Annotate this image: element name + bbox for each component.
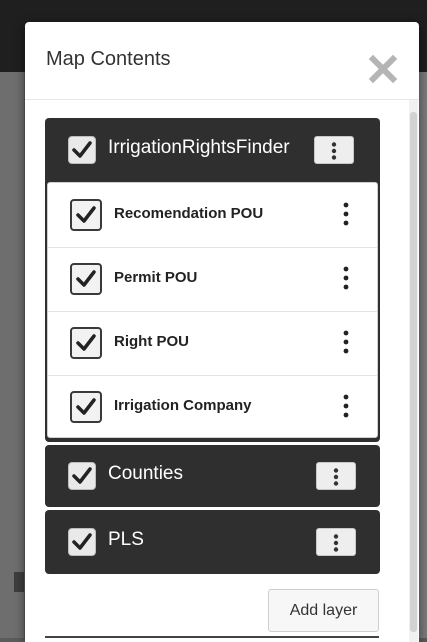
map-backdrop-left xyxy=(0,72,24,638)
layer-checkbox[interactable] xyxy=(68,528,96,556)
dialog-header: Map Contents xyxy=(25,22,419,100)
map-backdrop-feature xyxy=(14,572,24,592)
layer-group-label: PLS xyxy=(108,529,144,550)
sublayer-checkbox[interactable] xyxy=(70,199,102,231)
layer-menu-button[interactable] xyxy=(316,528,356,556)
check-icon xyxy=(72,141,92,158)
more-vertical-icon[interactable] xyxy=(342,330,350,354)
check-icon xyxy=(72,533,92,550)
more-vertical-icon xyxy=(331,142,337,160)
scrollbar-thumb[interactable] xyxy=(410,112,417,632)
layer-group-counties: Counties xyxy=(45,445,380,507)
close-button[interactable] xyxy=(366,52,400,86)
more-vertical-icon xyxy=(333,468,339,486)
sublayer-checkbox[interactable] xyxy=(70,391,102,423)
check-icon xyxy=(76,270,96,287)
close-icon xyxy=(368,54,398,84)
map-contents-dialog: Map Contents IrrigationRightsFinder Reco… xyxy=(25,22,419,642)
more-vertical-icon[interactable] xyxy=(342,202,350,226)
check-icon xyxy=(72,467,92,484)
dialog-title: Map Contents xyxy=(46,48,171,70)
sublayer-checkbox[interactable] xyxy=(70,263,102,295)
more-vertical-icon[interactable] xyxy=(342,266,350,290)
sublayer-item-right-pou: Right POU xyxy=(48,311,377,376)
layer-group-irrigationrightsfinder: IrrigationRightsFinder Recomendation POU… xyxy=(45,118,380,442)
add-layer-button[interactable]: Add layer xyxy=(268,589,379,632)
sublayer-label: Right POU xyxy=(114,333,189,350)
sublayer-checkbox[interactable] xyxy=(70,327,102,359)
sublayer-item-permit-pou: Permit POU xyxy=(48,247,377,312)
check-icon xyxy=(76,206,96,223)
layer-checkbox[interactable] xyxy=(68,462,96,490)
sublayer-label: Irrigation Company xyxy=(114,397,252,414)
sublayer-list: Recomendation POU Permit POU Right POU I… xyxy=(47,182,378,438)
sublayer-label: Recomendation POU xyxy=(114,205,264,222)
layer-checkbox[interactable] xyxy=(68,136,96,164)
sublayer-label: Permit POU xyxy=(114,269,198,286)
layer-group-header: IrrigationRightsFinder xyxy=(45,118,380,180)
layer-menu-button[interactable] xyxy=(316,462,356,490)
more-vertical-icon[interactable] xyxy=(342,394,350,418)
layer-group-label: IrrigationRightsFinder xyxy=(108,137,290,158)
layer-menu-button[interactable] xyxy=(314,136,354,164)
layer-group-pls: PLS xyxy=(45,510,380,574)
check-icon xyxy=(76,334,96,351)
layer-group-label: Counties xyxy=(108,463,183,484)
more-vertical-icon xyxy=(333,534,339,552)
map-backdrop-right xyxy=(419,72,427,638)
sublayer-item-irrigation-company: Irrigation Company xyxy=(48,375,377,439)
sublayer-item-recomendation-pou: Recomendation POU xyxy=(48,183,377,248)
check-icon xyxy=(76,398,96,415)
scrollbar[interactable] xyxy=(409,100,418,642)
